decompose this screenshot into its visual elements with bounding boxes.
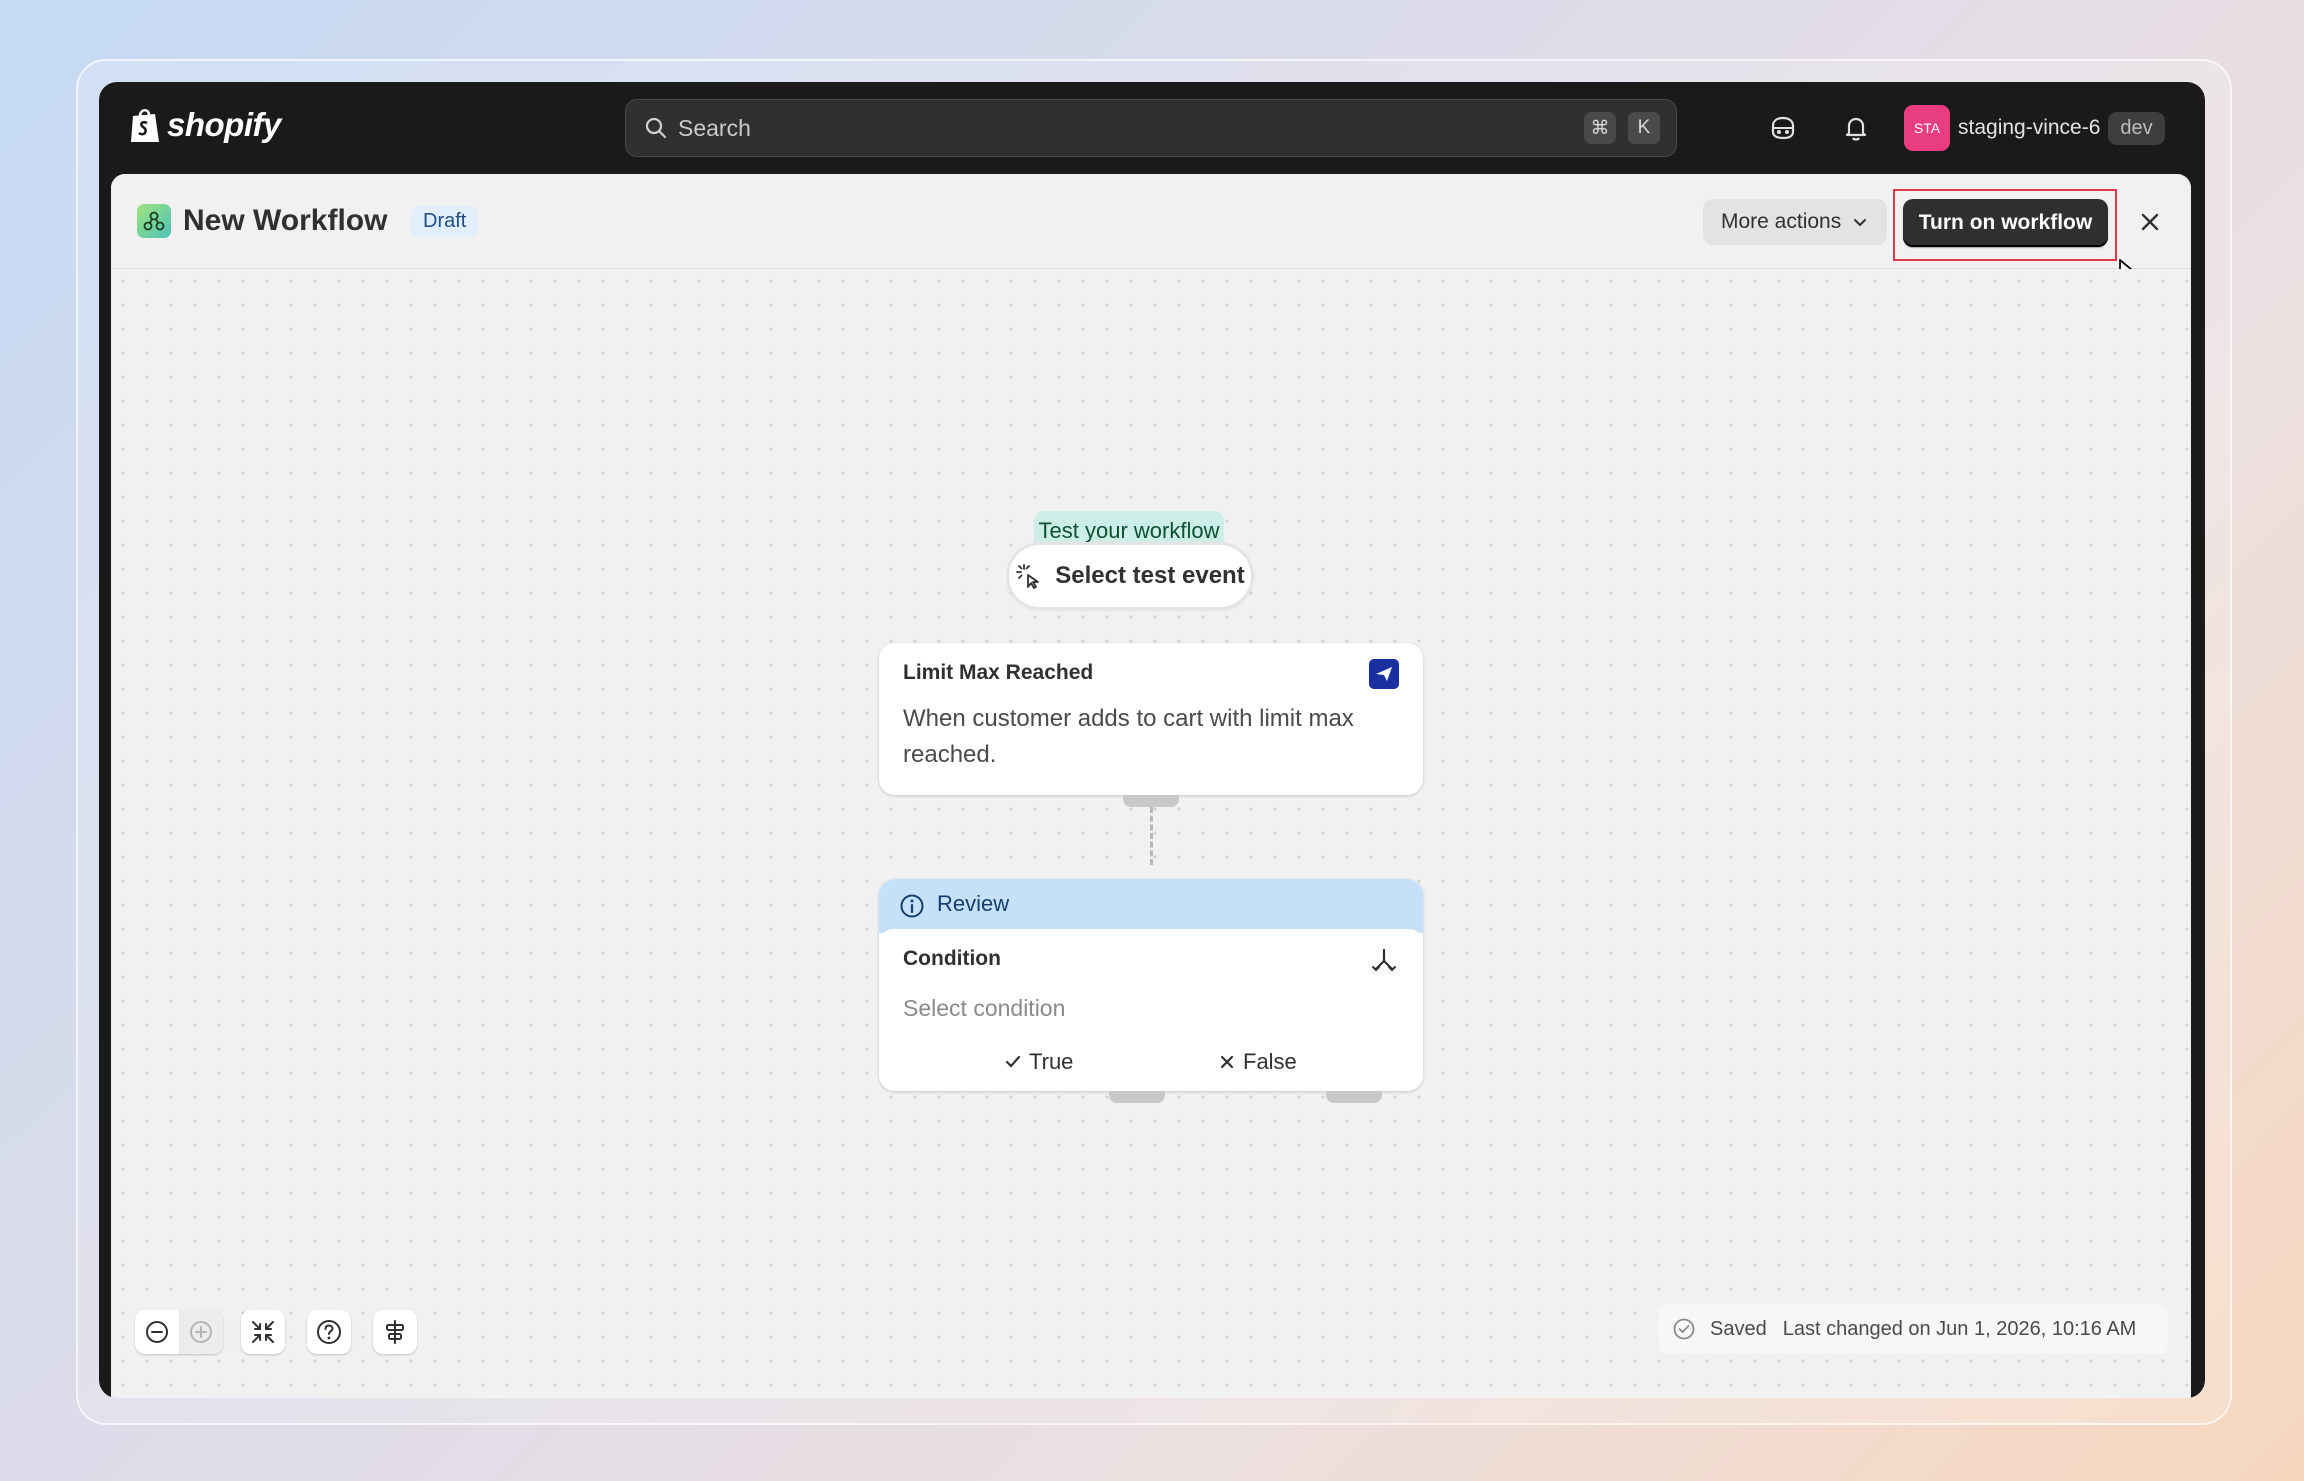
zoom-controls xyxy=(135,1310,223,1354)
select-test-event-button[interactable]: Select test event xyxy=(1009,545,1251,607)
check-circle-icon xyxy=(1673,1318,1695,1340)
store-avatar: STA xyxy=(1904,105,1950,151)
fit-view-button[interactable] xyxy=(241,1310,285,1354)
true-label: True xyxy=(1029,1049,1074,1074)
store-name: staging-vince-6 xyxy=(1958,116,2101,139)
bell-icon xyxy=(1845,117,1867,141)
help-icon xyxy=(317,1320,341,1344)
condition-title: Condition xyxy=(903,947,1001,970)
topbar: shopify Search ⌘ K STA staging-vince-6 d… xyxy=(99,82,2205,174)
select-condition-field[interactable]: Select condition xyxy=(903,995,1065,1022)
cursor-click-icon xyxy=(1016,564,1040,589)
more-actions-label: More actions xyxy=(1721,210,1842,233)
save-status: Saved Last changed on Jun 1, 2026, 10:16… xyxy=(1658,1304,2168,1354)
search-icon xyxy=(645,117,667,139)
info-icon xyxy=(900,894,924,918)
shortcut-key-k: K xyxy=(1628,112,1660,144)
check-icon xyxy=(1005,1055,1021,1068)
assistant-button[interactable] xyxy=(1767,112,1799,144)
notifications-button[interactable] xyxy=(1840,112,1872,144)
store-switcher[interactable]: STA staging-vince-6 dev xyxy=(1904,105,2165,151)
page-title: New Workflow xyxy=(183,204,388,237)
trigger-description: When customer adds to cart with limit ma… xyxy=(903,705,1354,768)
review-label: Review xyxy=(937,891,1010,916)
saved-label: Saved xyxy=(1710,1317,1767,1340)
workflow-editor: New Workflow Draft More actions Turn on … xyxy=(111,174,2191,1398)
logo-text: shopify xyxy=(167,106,281,143)
status-badge: Draft xyxy=(411,206,479,237)
fit-view-icon xyxy=(252,1321,274,1343)
branch-icon xyxy=(1372,948,1396,972)
zoom-in-icon xyxy=(190,1321,212,1343)
shortcut-key-cmd: ⌘ xyxy=(1584,112,1616,144)
review-banner: Review xyxy=(879,879,1423,933)
zoom-out-button[interactable] xyxy=(135,1310,179,1354)
zoom-out-icon xyxy=(146,1321,168,1343)
true-connector[interactable] xyxy=(1109,1091,1165,1103)
search-input[interactable]: Search xyxy=(678,115,1584,142)
trigger-title: Limit Max Reached xyxy=(903,661,1094,684)
false-branch: False xyxy=(1217,1049,1297,1075)
workflow-canvas[interactable]: Test your workflow Select test event Lim… xyxy=(111,269,2191,1398)
condition-panel: Condition Select condition True False xyxy=(879,929,1423,1091)
condition-node[interactable]: Review Condition Select condition True F… xyxy=(879,879,1423,1091)
trigger-connector[interactable] xyxy=(1123,795,1179,807)
false-label: False xyxy=(1243,1049,1297,1074)
editor-header: New Workflow Draft More actions Turn on … xyxy=(111,174,2191,287)
align-icon xyxy=(386,1320,404,1344)
false-connector[interactable] xyxy=(1326,1091,1382,1103)
zoom-in-button[interactable] xyxy=(179,1310,223,1354)
flow-app-icon xyxy=(137,204,171,238)
true-branch: True xyxy=(1003,1049,1073,1075)
last-changed-text: Last changed on Jun 1, 2026, 10:16 AM xyxy=(1782,1317,2137,1340)
app-window: shopify Search ⌘ K STA staging-vince-6 d… xyxy=(99,82,2205,1398)
dev-badge: dev xyxy=(2108,111,2165,145)
align-button[interactable] xyxy=(373,1310,417,1354)
search-bar[interactable]: Search ⌘ K xyxy=(625,99,1677,157)
assistant-icon xyxy=(1771,116,1795,140)
send-icon xyxy=(1369,659,1399,689)
connector-line xyxy=(1150,807,1153,865)
chevron-down-icon xyxy=(1854,219,1867,227)
select-test-event-label: Select test event xyxy=(1055,562,1245,589)
shopify-bag-icon xyxy=(131,109,159,142)
help-button[interactable] xyxy=(307,1310,351,1354)
turn-on-workflow-button[interactable]: Turn on workflow xyxy=(1903,199,2108,247)
trigger-node[interactable]: Limit Max Reached When customer adds to … xyxy=(879,643,1423,795)
more-actions-button[interactable]: More actions xyxy=(1703,199,1888,245)
x-icon xyxy=(1220,1055,1234,1069)
close-icon[interactable] xyxy=(2136,208,2164,236)
shopify-logo[interactable]: shopify xyxy=(129,106,281,144)
